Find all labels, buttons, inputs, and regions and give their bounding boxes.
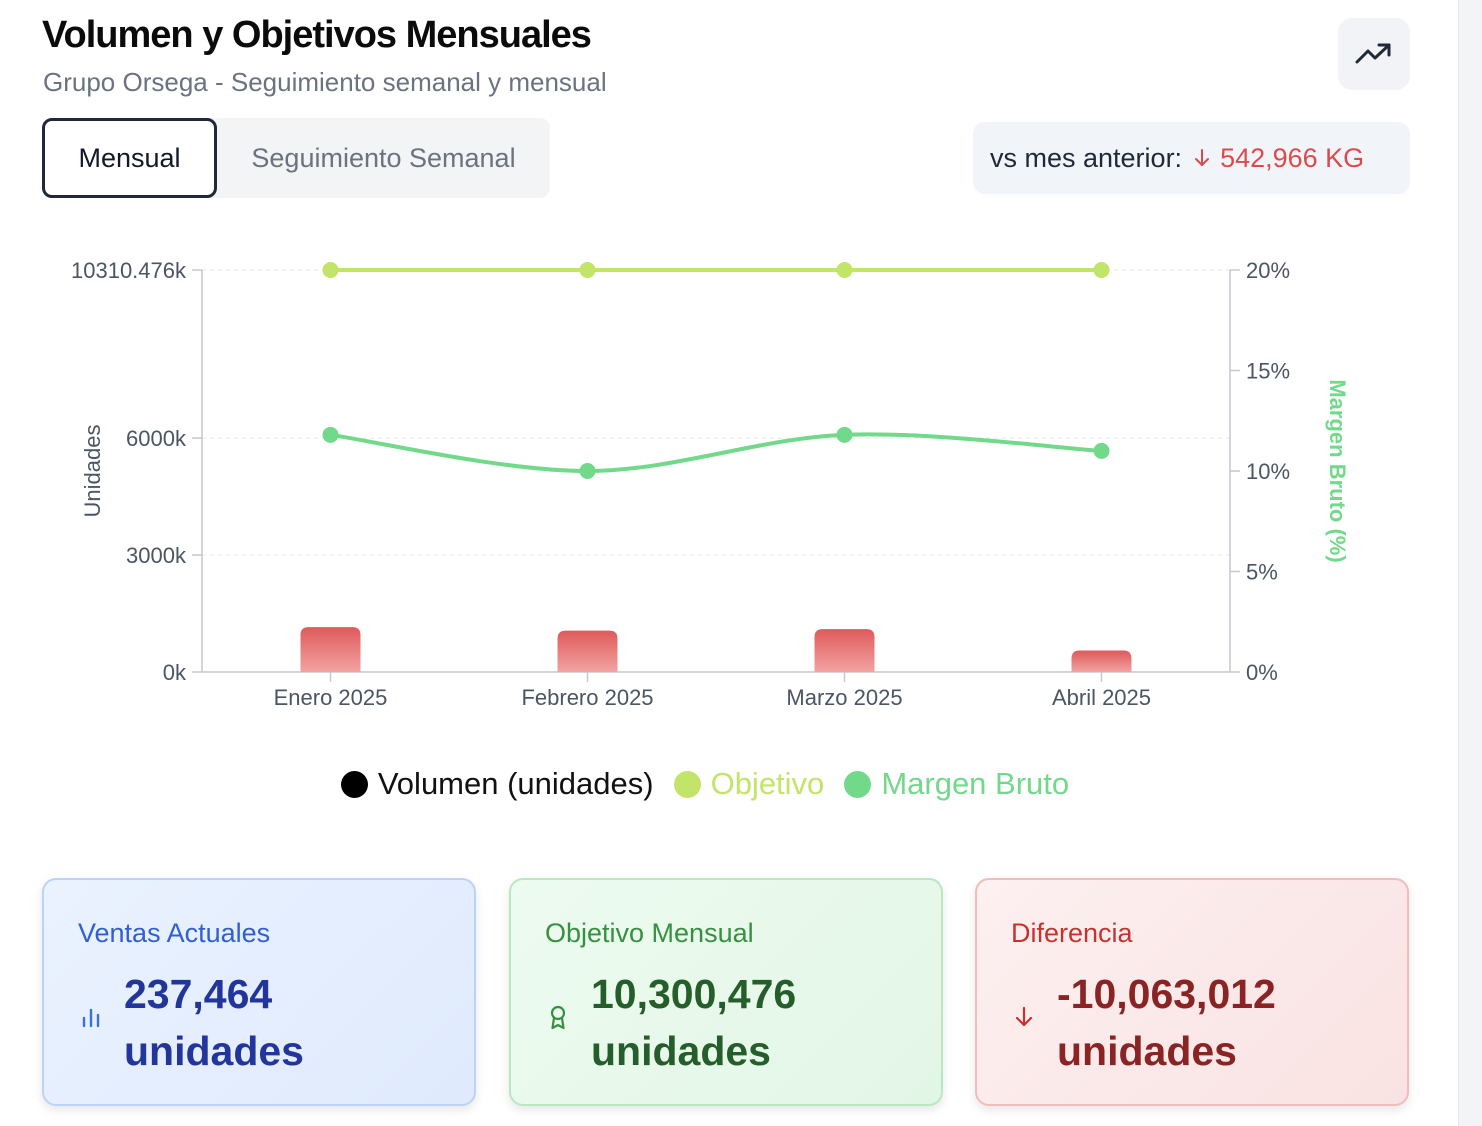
- volume-bar: [1071, 650, 1132, 672]
- left-tick-label: 3000k: [126, 543, 187, 568]
- card-ventas-actuales: Ventas Actuales 237,464 unidades: [42, 878, 476, 1106]
- card-value: 10,300,476 unidades: [591, 966, 796, 1080]
- legend-swatch-margen: [844, 770, 872, 798]
- margen-bruto-point: [836, 426, 853, 443]
- objetivo-point: [1093, 262, 1110, 278]
- right-tick-label: 10%: [1246, 459, 1290, 484]
- legend-label-objetivo: Objetivo: [710, 766, 825, 801]
- volume-bar: [557, 630, 618, 672]
- card-value: -10,063,012 unidades: [1057, 966, 1276, 1080]
- scrollbar-track[interactable]: [1458, 0, 1482, 1126]
- legend-swatch-objetivo: [673, 770, 701, 798]
- view-tabs: Mensual Seguimiento Semanal: [42, 118, 550, 198]
- legend-item-margen[interactable]: Margen Bruto: [844, 766, 1069, 802]
- legend-item-objetivo[interactable]: Objetivo: [673, 766, 825, 802]
- arrow-down-icon: [1194, 148, 1210, 168]
- arrow-down-icon: [1015, 1006, 1033, 1027]
- chart-legend: Volumen (unidades) Objetivo Margen Bruto: [0, 766, 1410, 802]
- card-objetivo-mensual: Objetivo Mensual 10,300,476 unidades: [509, 878, 943, 1106]
- ventas-actuales-unit: unidades: [124, 1028, 304, 1074]
- month-comparison: vs mes anterior: 542,966 KG: [973, 122, 1410, 194]
- card-label: Ventas Actuales: [78, 918, 271, 948]
- right-tick-label: 0%: [1246, 660, 1278, 685]
- award-icon: [550, 1005, 566, 1030]
- page-title: Volumen y Objetivos Mensuales: [42, 14, 592, 56]
- margen-bruto-point: [579, 463, 596, 479]
- right-tick-label: 20%: [1246, 258, 1290, 283]
- card-label: Diferencia: [1011, 918, 1133, 948]
- margen-bruto-line: [330, 432, 1102, 474]
- ventas-actuales-number: 237,464: [124, 971, 273, 1017]
- left-tick-label: 0k: [163, 660, 187, 685]
- x-tick-label: Marzo 2025: [786, 685, 902, 710]
- tab-seguimiento-semanal[interactable]: Seguimiento Semanal: [217, 118, 550, 198]
- bar-chart-icon: [82, 1008, 100, 1028]
- left-tick-label: 10310.476k: [71, 258, 187, 283]
- trending-up-icon: [1355, 43, 1391, 64]
- legend-label-volumen: Volumen (unidades): [377, 766, 654, 801]
- legend-item-volumen[interactable]: Volumen (unidades): [340, 766, 654, 802]
- right-tick-label: 15%: [1246, 359, 1290, 384]
- card-diferencia: Diferencia -10,063,012 unidades: [975, 878, 1409, 1106]
- legend-label-margen: Margen Bruto: [881, 766, 1070, 801]
- margen-bruto-point: [322, 426, 339, 443]
- card-value: 237,464 unidades: [124, 966, 304, 1080]
- card-label: Objetivo Mensual: [545, 918, 754, 948]
- objetivo-point: [836, 262, 853, 278]
- trend-button[interactable]: [1338, 18, 1410, 90]
- diferencia-number: -10,063,012: [1057, 971, 1276, 1017]
- left-tick-label: 6000k: [126, 426, 187, 451]
- x-tick-label: Febrero 2025: [521, 685, 653, 710]
- x-tick-label: Abril 2025: [1052, 685, 1151, 710]
- x-tick-label: Enero 2025: [274, 685, 388, 710]
- left-axis-title: Unidades: [80, 425, 105, 518]
- objetivo-point: [322, 262, 339, 278]
- volume-bar: [300, 627, 361, 672]
- margen-bruto-point: [1093, 442, 1110, 459]
- objetivo-mensual-number: 10,300,476: [591, 971, 797, 1017]
- right-axis-title: Margen Bruto (%): [1325, 379, 1350, 562]
- page-subtitle: Grupo Orsega - Seguimiento semanal y men…: [43, 67, 607, 97]
- comparison-label: vs mes anterior:: [990, 142, 1183, 173]
- volume-chart: 0k 3000k 6000k 10310.476k 0% 5% 10% 15% 20% Unida…: [71, 258, 1350, 710]
- right-tick-label: 5%: [1246, 560, 1278, 585]
- diferencia-unit: unidades: [1057, 1028, 1237, 1074]
- legend-swatch-volumen: [340, 770, 368, 798]
- objetivo-mensual-unit: unidades: [591, 1028, 771, 1074]
- tab-mensual[interactable]: Mensual: [42, 118, 217, 198]
- comparison-value: 542,966 KG: [1220, 142, 1365, 173]
- volume-bar: [814, 629, 875, 672]
- objetivo-point: [579, 262, 596, 278]
